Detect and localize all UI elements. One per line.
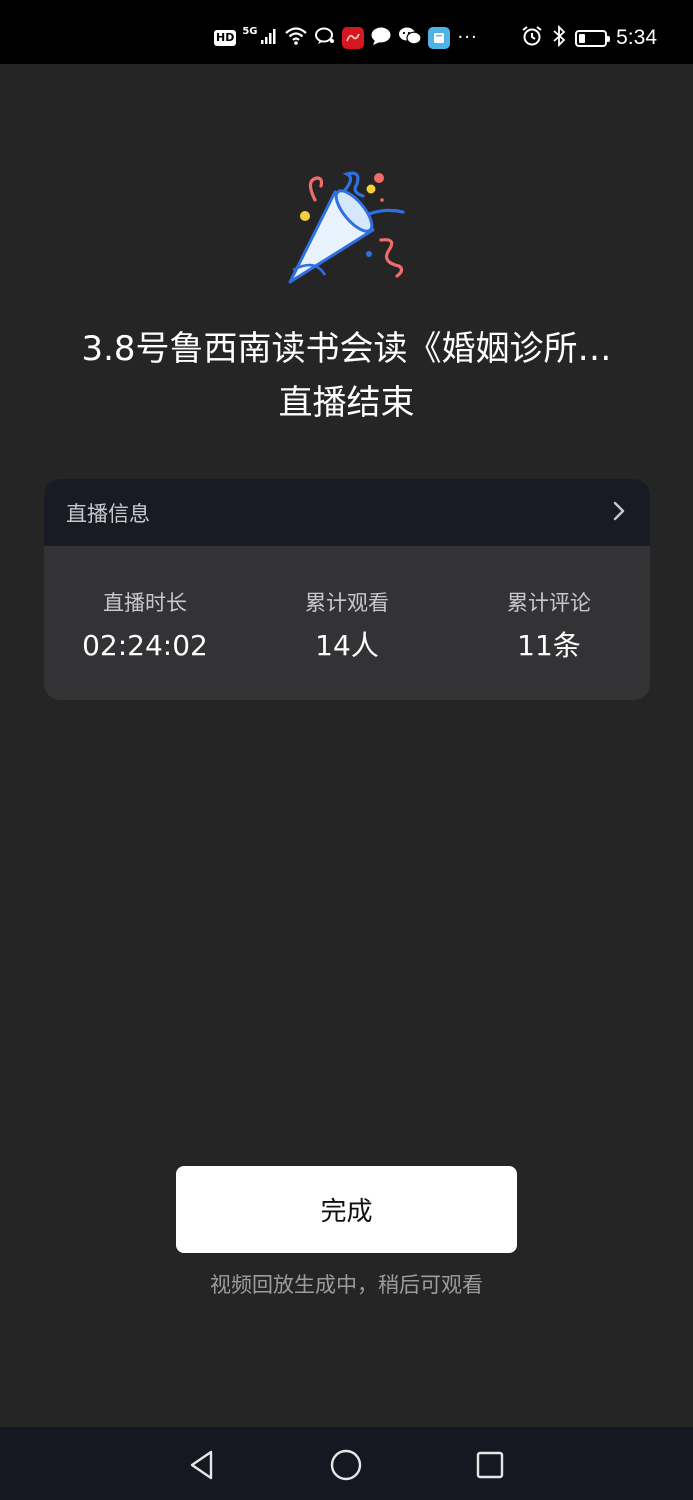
- stat-viewers: 累计观看 14人: [246, 588, 448, 700]
- stat-duration: 直播时长 02:24:02: [44, 588, 246, 700]
- signal-icon: [260, 27, 278, 49]
- battery-icon: [575, 29, 611, 47]
- live-ended-label: 直播结束: [278, 383, 415, 423]
- message-icon: [370, 26, 392, 50]
- chevron-right-icon[interactable]: [612, 500, 626, 526]
- status-right-icons: 5:34: [521, 24, 657, 52]
- hd-icon: HD: [214, 30, 237, 46]
- live-info-header[interactable]: 直播信息: [44, 479, 650, 546]
- stat-comments: 累计评论 11条: [448, 588, 650, 700]
- stat-value: 02:24:02: [82, 629, 208, 662]
- live-title-block: 3.8号鲁西南读书会读《婚姻诊所… 直播结束: [0, 322, 693, 430]
- book-app-icon: [427, 27, 450, 49]
- wifi-icon: [284, 26, 308, 50]
- bluetooth-icon: [552, 24, 566, 51]
- live-stats: 直播时长 02:24:02 累计观看 14人 累计评论 11条: [44, 546, 650, 700]
- stat-value: 14人: [315, 629, 379, 662]
- status-left-icons: HD 5G ···: [214, 24, 478, 52]
- network-type-label: 5G: [242, 25, 258, 37]
- party-popper-icon: [288, 171, 405, 284]
- status-time: 5:34: [616, 26, 657, 49]
- live-title: 3.8号鲁西南读书会读《婚姻诊所…: [81, 329, 612, 369]
- status-bar: HD 5G ··· 5:34: [0, 0, 693, 64]
- live-info-card: 直播信息 直播时长 02:24:02 累计观看 14人 累计评论 11条: [44, 479, 650, 700]
- done-button[interactable]: 完成: [176, 1166, 517, 1253]
- system-nav-bar: [0, 1427, 693, 1500]
- red-app-icon: [341, 27, 364, 49]
- home-icon[interactable]: [328, 1447, 364, 1483]
- battery-level-fill: [579, 33, 586, 43]
- stat-value: 11条: [517, 629, 581, 662]
- replay-hint: 视频回放生成中，稍后可观看: [210, 1273, 483, 1297]
- live-info-header-label: 直播信息: [66, 501, 150, 526]
- stat-label: 直播时长: [103, 591, 187, 615]
- recents-icon[interactable]: [472, 1447, 508, 1483]
- alarm-icon: [521, 25, 543, 51]
- chat-bubble-icon: [314, 26, 336, 50]
- stat-label: 累计观看: [305, 591, 389, 615]
- back-icon[interactable]: [184, 1447, 220, 1483]
- wechat-icon: [398, 26, 422, 50]
- stat-label: 累计评论: [507, 591, 591, 615]
- more-notifications-icon: ···: [457, 27, 478, 48]
